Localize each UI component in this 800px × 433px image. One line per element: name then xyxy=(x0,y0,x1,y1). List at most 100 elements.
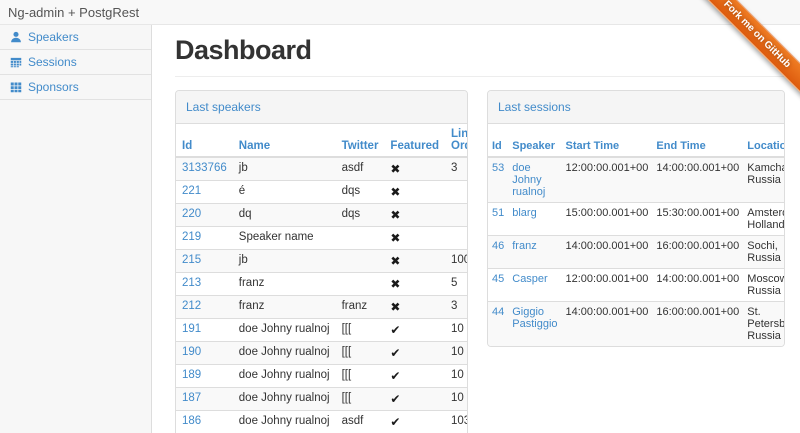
session-start-cell: 15:00:00.001+00 xyxy=(562,203,653,236)
session-id-cell: 45 xyxy=(488,269,508,302)
session-id-cell: 53 xyxy=(488,157,508,203)
session-id-link[interactable]: 53 xyxy=(492,162,504,174)
speaker-row: 3133766jbasdf✖3 xyxy=(176,157,468,181)
speaker-featured-cell: ✖ xyxy=(384,296,445,319)
session-start-cell: 12:00:00.001+00 xyxy=(562,157,653,203)
check-icon: ✔ xyxy=(390,392,400,406)
speaker-featured-cell: ✖ xyxy=(384,204,445,227)
speaker-lineup-cell: 10 xyxy=(445,365,468,388)
speaker-name-cell: Speaker name xyxy=(233,227,336,250)
speaker-twitter-cell: [[[ xyxy=(336,319,385,342)
session-speaker-cell: Casper xyxy=(508,269,561,302)
speaker-id-link[interactable]: 215 xyxy=(182,254,201,266)
session-id-link[interactable]: 46 xyxy=(492,240,504,252)
speaker-id-cell: 189 xyxy=(176,365,233,388)
speaker-id-link[interactable]: 212 xyxy=(182,300,201,312)
speaker-id-cell: 3133766 xyxy=(176,157,233,181)
speaker-featured-cell: ✖ xyxy=(384,273,445,296)
column-header[interactable]: End Time xyxy=(652,124,743,157)
speaker-lineup-cell: 103 xyxy=(445,411,468,433)
speakers-header-row: IdNameTwitterFeaturedLineup Order xyxy=(176,124,468,157)
column-header[interactable]: Start Time xyxy=(562,124,653,157)
session-id-link[interactable]: 45 xyxy=(492,273,504,285)
session-row: 51blarg15:00:00.001+0015:30:00.001+00Ams… xyxy=(488,203,785,236)
session-location-cell: Sochi, Russia xyxy=(743,236,785,269)
speaker-featured-cell: ✔ xyxy=(384,411,445,433)
speaker-id-link[interactable]: 190 xyxy=(182,346,201,358)
session-id-link[interactable]: 51 xyxy=(492,207,504,219)
speaker-lineup-cell xyxy=(445,204,468,227)
column-header[interactable]: Name xyxy=(233,124,336,157)
speaker-row: 212franzfranz✖3 xyxy=(176,296,468,319)
speaker-id-cell: 187 xyxy=(176,388,233,411)
column-header[interactable]: Featured xyxy=(384,124,445,157)
speaker-id-link[interactable]: 187 xyxy=(182,392,201,404)
session-row: 53doe Johny rualnoj12:00:00.001+0014:00:… xyxy=(488,157,785,203)
speaker-twitter-cell: dqs xyxy=(336,181,385,204)
column-header[interactable]: Location xyxy=(743,124,785,157)
column-header[interactable]: Speaker xyxy=(508,124,561,157)
speaker-id-link[interactable]: 219 xyxy=(182,231,201,243)
speaker-twitter-cell: [[[ xyxy=(336,388,385,411)
column-header[interactable]: Id xyxy=(488,124,508,157)
speaker-twitter-cell xyxy=(336,227,385,250)
sidebar-item-sponsors[interactable]: Sponsors xyxy=(0,75,151,100)
last-speakers-link[interactable]: Last speakers xyxy=(186,100,261,114)
x-icon: ✖ xyxy=(390,231,400,245)
column-header[interactable]: Lineup Order xyxy=(445,124,468,157)
session-end-cell: 15:30:00.001+00 xyxy=(652,203,743,236)
speaker-id-link[interactable]: 186 xyxy=(182,415,201,427)
session-speaker-link[interactable]: franz xyxy=(512,240,536,252)
session-speaker-cell: Giggio Pastiggio xyxy=(508,302,561,347)
session-speaker-link[interactable]: Giggio Pastiggio xyxy=(512,306,557,330)
session-speaker-cell: blarg xyxy=(508,203,561,236)
sidebar-item-speakers[interactable]: Speakers xyxy=(0,25,151,50)
session-location-cell: Kamchatka, Russia xyxy=(743,157,785,203)
check-icon: ✔ xyxy=(390,323,400,337)
x-icon: ✖ xyxy=(390,277,400,291)
speaker-featured-cell: ✖ xyxy=(384,227,445,250)
speaker-row: 190doe Johny rualnoj[[[✔10 xyxy=(176,342,468,365)
session-speaker-link[interactable]: doe Johny rualnoj xyxy=(512,162,545,198)
sidebar: Speakers Sessions Sponsors xyxy=(0,25,152,433)
speaker-lineup-cell: 3 xyxy=(445,157,468,181)
speaker-id-link[interactable]: 191 xyxy=(182,323,201,335)
sidebar-item-sessions[interactable]: Sessions xyxy=(0,50,151,75)
speaker-id-link[interactable]: 221 xyxy=(182,185,201,197)
sessions-header-row: IdSpeakerStart TimeEnd TimeLocationSessi… xyxy=(488,124,785,157)
speaker-id-cell: 220 xyxy=(176,204,233,227)
x-icon: ✖ xyxy=(390,254,400,268)
last-speakers-heading: Last speakers xyxy=(176,91,467,124)
session-id-link[interactable]: 44 xyxy=(492,306,504,318)
top-navbar: Ng-admin + PostgRest xyxy=(0,0,800,25)
session-start-cell: 14:00:00.001+00 xyxy=(562,302,653,347)
column-header[interactable]: Id xyxy=(176,124,233,157)
navbar-brand[interactable]: Ng-admin + PostgRest xyxy=(8,5,139,20)
speaker-name-cell: é xyxy=(233,181,336,204)
check-icon: ✔ xyxy=(390,415,400,429)
session-speaker-link[interactable]: blarg xyxy=(512,207,536,219)
speaker-row: 187doe Johny rualnoj[[[✔10 xyxy=(176,388,468,411)
speaker-row: 191doe Johny rualnoj[[[✔10 xyxy=(176,319,468,342)
speaker-id-cell: 219 xyxy=(176,227,233,250)
speaker-lineup-cell xyxy=(445,227,468,250)
speaker-id-cell: 215 xyxy=(176,250,233,273)
speaker-name-cell: jb xyxy=(233,250,336,273)
speaker-id-link[interactable]: 3133766 xyxy=(182,162,227,174)
speaker-name-cell: doe Johny rualnoj xyxy=(233,388,336,411)
session-speaker-cell: doe Johny rualnoj xyxy=(508,157,561,203)
speaker-id-link[interactable]: 213 xyxy=(182,277,201,289)
speaker-featured-cell: ✔ xyxy=(384,365,445,388)
speaker-id-link[interactable]: 189 xyxy=(182,369,201,381)
session-start-cell: 14:00:00.001+00 xyxy=(562,236,653,269)
speaker-id-link[interactable]: 220 xyxy=(182,208,201,220)
session-row: 45Casper12:00:00.001+0014:00:00.001+00Mo… xyxy=(488,269,785,302)
sidebar-item-label: Sessions xyxy=(28,55,77,69)
column-header[interactable]: Twitter xyxy=(336,124,385,157)
session-location-cell: St. Petersburg, Russia xyxy=(743,302,785,347)
speaker-twitter-cell: franz xyxy=(336,296,385,319)
speaker-twitter-cell xyxy=(336,273,385,296)
speaker-id-cell: 186 xyxy=(176,411,233,433)
session-speaker-link[interactable]: Casper xyxy=(512,273,547,285)
last-sessions-link[interactable]: Last sessions xyxy=(498,100,571,114)
